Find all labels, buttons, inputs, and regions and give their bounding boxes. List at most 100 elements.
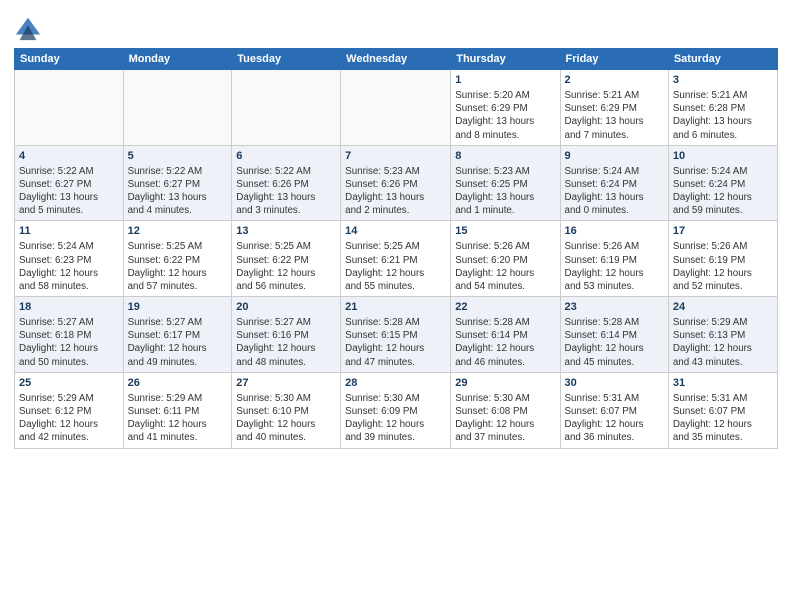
day-number: 20 <box>236 300 336 315</box>
week-row-4: 18Sunrise: 5:27 AM Sunset: 6:18 PM Dayli… <box>15 297 778 373</box>
weekday-header-friday: Friday <box>560 49 668 70</box>
logo-icon <box>14 14 42 42</box>
day-cell: 28Sunrise: 5:30 AM Sunset: 6:09 PM Dayli… <box>341 372 451 448</box>
day-number: 5 <box>128 149 228 164</box>
day-number: 23 <box>565 300 664 315</box>
day-number: 14 <box>345 224 446 239</box>
day-number: 1 <box>455 73 555 88</box>
day-cell: 14Sunrise: 5:25 AM Sunset: 6:21 PM Dayli… <box>341 221 451 297</box>
weekday-header-sunday: Sunday <box>15 49 124 70</box>
day-number: 8 <box>455 149 555 164</box>
day-cell: 26Sunrise: 5:29 AM Sunset: 6:11 PM Dayli… <box>123 372 232 448</box>
day-info: Sunrise: 5:27 AM Sunset: 6:17 PM Dayligh… <box>128 316 228 369</box>
day-cell: 19Sunrise: 5:27 AM Sunset: 6:17 PM Dayli… <box>123 297 232 373</box>
day-cell: 22Sunrise: 5:28 AM Sunset: 6:14 PM Dayli… <box>451 297 560 373</box>
day-cell: 17Sunrise: 5:26 AM Sunset: 6:19 PM Dayli… <box>668 221 777 297</box>
day-cell: 4Sunrise: 5:22 AM Sunset: 6:27 PM Daylig… <box>15 145 124 221</box>
day-number: 31 <box>673 376 773 391</box>
day-number: 6 <box>236 149 336 164</box>
day-cell <box>232 70 341 146</box>
day-cell <box>341 70 451 146</box>
day-info: Sunrise: 5:26 AM Sunset: 6:19 PM Dayligh… <box>565 240 664 293</box>
day-info: Sunrise: 5:21 AM Sunset: 6:29 PM Dayligh… <box>565 89 664 142</box>
day-cell: 16Sunrise: 5:26 AM Sunset: 6:19 PM Dayli… <box>560 221 668 297</box>
day-info: Sunrise: 5:28 AM Sunset: 6:14 PM Dayligh… <box>565 316 664 369</box>
day-info: Sunrise: 5:30 AM Sunset: 6:10 PM Dayligh… <box>236 392 336 445</box>
day-info: Sunrise: 5:29 AM Sunset: 6:11 PM Dayligh… <box>128 392 228 445</box>
day-number: 29 <box>455 376 555 391</box>
day-number: 16 <box>565 224 664 239</box>
day-cell: 8Sunrise: 5:23 AM Sunset: 6:25 PM Daylig… <box>451 145 560 221</box>
logo <box>14 14 46 42</box>
day-info: Sunrise: 5:31 AM Sunset: 6:07 PM Dayligh… <box>565 392 664 445</box>
day-number: 25 <box>19 376 119 391</box>
day-info: Sunrise: 5:23 AM Sunset: 6:25 PM Dayligh… <box>455 165 555 218</box>
day-number: 10 <box>673 149 773 164</box>
day-info: Sunrise: 5:22 AM Sunset: 6:27 PM Dayligh… <box>128 165 228 218</box>
day-cell: 9Sunrise: 5:24 AM Sunset: 6:24 PM Daylig… <box>560 145 668 221</box>
day-number: 4 <box>19 149 119 164</box>
day-cell: 27Sunrise: 5:30 AM Sunset: 6:10 PM Dayli… <box>232 372 341 448</box>
day-cell: 12Sunrise: 5:25 AM Sunset: 6:22 PM Dayli… <box>123 221 232 297</box>
day-cell: 25Sunrise: 5:29 AM Sunset: 6:12 PM Dayli… <box>15 372 124 448</box>
week-row-1: 1Sunrise: 5:20 AM Sunset: 6:29 PM Daylig… <box>15 70 778 146</box>
day-number: 27 <box>236 376 336 391</box>
day-info: Sunrise: 5:31 AM Sunset: 6:07 PM Dayligh… <box>673 392 773 445</box>
week-row-5: 25Sunrise: 5:29 AM Sunset: 6:12 PM Dayli… <box>15 372 778 448</box>
week-row-3: 11Sunrise: 5:24 AM Sunset: 6:23 PM Dayli… <box>15 221 778 297</box>
day-info: Sunrise: 5:23 AM Sunset: 6:26 PM Dayligh… <box>345 165 446 218</box>
day-cell: 10Sunrise: 5:24 AM Sunset: 6:24 PM Dayli… <box>668 145 777 221</box>
header <box>14 10 778 42</box>
day-number: 21 <box>345 300 446 315</box>
day-info: Sunrise: 5:28 AM Sunset: 6:14 PM Dayligh… <box>455 316 555 369</box>
day-number: 9 <box>565 149 664 164</box>
day-info: Sunrise: 5:22 AM Sunset: 6:26 PM Dayligh… <box>236 165 336 218</box>
day-cell: 21Sunrise: 5:28 AM Sunset: 6:15 PM Dayli… <box>341 297 451 373</box>
day-info: Sunrise: 5:30 AM Sunset: 6:08 PM Dayligh… <box>455 392 555 445</box>
day-cell: 13Sunrise: 5:25 AM Sunset: 6:22 PM Dayli… <box>232 221 341 297</box>
day-number: 2 <box>565 73 664 88</box>
weekday-header-wednesday: Wednesday <box>341 49 451 70</box>
day-cell: 1Sunrise: 5:20 AM Sunset: 6:29 PM Daylig… <box>451 70 560 146</box>
day-info: Sunrise: 5:22 AM Sunset: 6:27 PM Dayligh… <box>19 165 119 218</box>
day-number: 13 <box>236 224 336 239</box>
day-cell: 23Sunrise: 5:28 AM Sunset: 6:14 PM Dayli… <box>560 297 668 373</box>
weekday-header-tuesday: Tuesday <box>232 49 341 70</box>
day-cell: 5Sunrise: 5:22 AM Sunset: 6:27 PM Daylig… <box>123 145 232 221</box>
day-cell: 7Sunrise: 5:23 AM Sunset: 6:26 PM Daylig… <box>341 145 451 221</box>
day-cell <box>123 70 232 146</box>
day-info: Sunrise: 5:25 AM Sunset: 6:22 PM Dayligh… <box>128 240 228 293</box>
day-info: Sunrise: 5:25 AM Sunset: 6:22 PM Dayligh… <box>236 240 336 293</box>
day-cell: 29Sunrise: 5:30 AM Sunset: 6:08 PM Dayli… <box>451 372 560 448</box>
day-info: Sunrise: 5:24 AM Sunset: 6:24 PM Dayligh… <box>565 165 664 218</box>
day-info: Sunrise: 5:27 AM Sunset: 6:16 PM Dayligh… <box>236 316 336 369</box>
day-number: 12 <box>128 224 228 239</box>
day-info: Sunrise: 5:26 AM Sunset: 6:19 PM Dayligh… <box>673 240 773 293</box>
day-number: 19 <box>128 300 228 315</box>
day-number: 18 <box>19 300 119 315</box>
day-cell: 11Sunrise: 5:24 AM Sunset: 6:23 PM Dayli… <box>15 221 124 297</box>
weekday-header-thursday: Thursday <box>451 49 560 70</box>
day-cell: 31Sunrise: 5:31 AM Sunset: 6:07 PM Dayli… <box>668 372 777 448</box>
day-number: 24 <box>673 300 773 315</box>
day-number: 26 <box>128 376 228 391</box>
day-info: Sunrise: 5:21 AM Sunset: 6:28 PM Dayligh… <box>673 89 773 142</box>
day-cell <box>15 70 124 146</box>
day-number: 30 <box>565 376 664 391</box>
day-cell: 18Sunrise: 5:27 AM Sunset: 6:18 PM Dayli… <box>15 297 124 373</box>
day-info: Sunrise: 5:24 AM Sunset: 6:24 PM Dayligh… <box>673 165 773 218</box>
weekday-header-row: SundayMondayTuesdayWednesdayThursdayFrid… <box>15 49 778 70</box>
day-info: Sunrise: 5:29 AM Sunset: 6:12 PM Dayligh… <box>19 392 119 445</box>
day-cell: 6Sunrise: 5:22 AM Sunset: 6:26 PM Daylig… <box>232 145 341 221</box>
day-number: 22 <box>455 300 555 315</box>
weekday-header-saturday: Saturday <box>668 49 777 70</box>
day-cell: 24Sunrise: 5:29 AM Sunset: 6:13 PM Dayli… <box>668 297 777 373</box>
day-cell: 15Sunrise: 5:26 AM Sunset: 6:20 PM Dayli… <box>451 221 560 297</box>
week-row-2: 4Sunrise: 5:22 AM Sunset: 6:27 PM Daylig… <box>15 145 778 221</box>
day-info: Sunrise: 5:30 AM Sunset: 6:09 PM Dayligh… <box>345 392 446 445</box>
day-info: Sunrise: 5:26 AM Sunset: 6:20 PM Dayligh… <box>455 240 555 293</box>
day-number: 11 <box>19 224 119 239</box>
day-cell: 3Sunrise: 5:21 AM Sunset: 6:28 PM Daylig… <box>668 70 777 146</box>
weekday-header-monday: Monday <box>123 49 232 70</box>
main-container: SundayMondayTuesdayWednesdayThursdayFrid… <box>0 0 792 457</box>
